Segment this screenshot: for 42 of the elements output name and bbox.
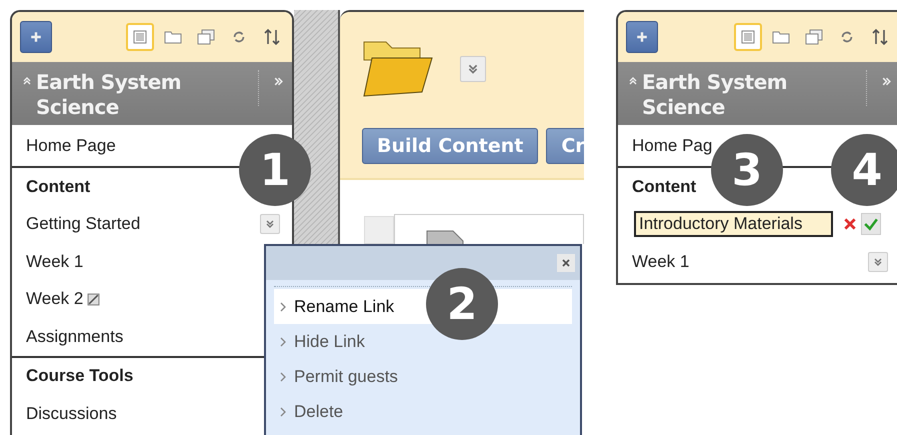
- chevron-right-icon: [280, 302, 286, 312]
- confirm-button[interactable]: [861, 213, 881, 236]
- chevron-right-icon: [280, 336, 286, 346]
- options-button[interactable]: [868, 252, 888, 272]
- menu-link[interactable]: Home Pag: [632, 136, 712, 156]
- list-view-icon[interactable]: [734, 23, 762, 51]
- menu-link[interactable]: Getting Started: [26, 214, 140, 234]
- menu-link[interactable]: Week 2: [26, 289, 84, 310]
- menu-link[interactable]: Week 1: [26, 252, 84, 272]
- menu-link[interactable]: Week 1: [632, 252, 690, 272]
- double-chevron-down-icon: [265, 219, 275, 230]
- double-chevron-down-icon: [467, 63, 479, 75]
- add-button[interactable]: [20, 21, 52, 53]
- list-view-icon[interactable]: [126, 23, 154, 51]
- move-handle[interactable]: [364, 216, 394, 244]
- menu-item[interactable]: Delete: [274, 394, 572, 429]
- section-header: Content: [26, 176, 90, 197]
- section-header: Content: [632, 176, 696, 197]
- course-title: Earth System Science: [642, 70, 788, 120]
- menu-link[interactable]: Assignments: [26, 326, 124, 347]
- plus-icon: [30, 31, 42, 43]
- link-name-field[interactable]: Introductory Materials: [634, 211, 833, 238]
- expand-icon[interactable]: [273, 76, 284, 87]
- add-button[interactable]: [626, 21, 658, 53]
- folder-icon: [362, 40, 434, 98]
- menu-link[interactable]: Discussions: [26, 404, 117, 424]
- collapse-icon[interactable]: [22, 76, 32, 86]
- chevron-right-icon: [280, 406, 286, 416]
- options-button[interactable]: [260, 214, 280, 234]
- plus-icon: [636, 31, 648, 43]
- expand-icon[interactable]: [881, 76, 892, 87]
- menu-item[interactable]: Permit guests: [274, 359, 572, 394]
- collapse-icon[interactable]: [628, 76, 638, 86]
- close-icon: [561, 258, 571, 268]
- course-title: Earth System Science: [36, 70, 182, 120]
- menu-link[interactable]: Home Page: [26, 136, 116, 156]
- chevron-right-icon: [280, 372, 286, 382]
- cancel-icon[interactable]: [843, 217, 857, 232]
- section-header: Course Tools: [26, 366, 134, 386]
- close-button[interactable]: [557, 254, 575, 272]
- double-chevron-down-icon: [873, 256, 883, 267]
- options-button[interactable]: [460, 56, 486, 82]
